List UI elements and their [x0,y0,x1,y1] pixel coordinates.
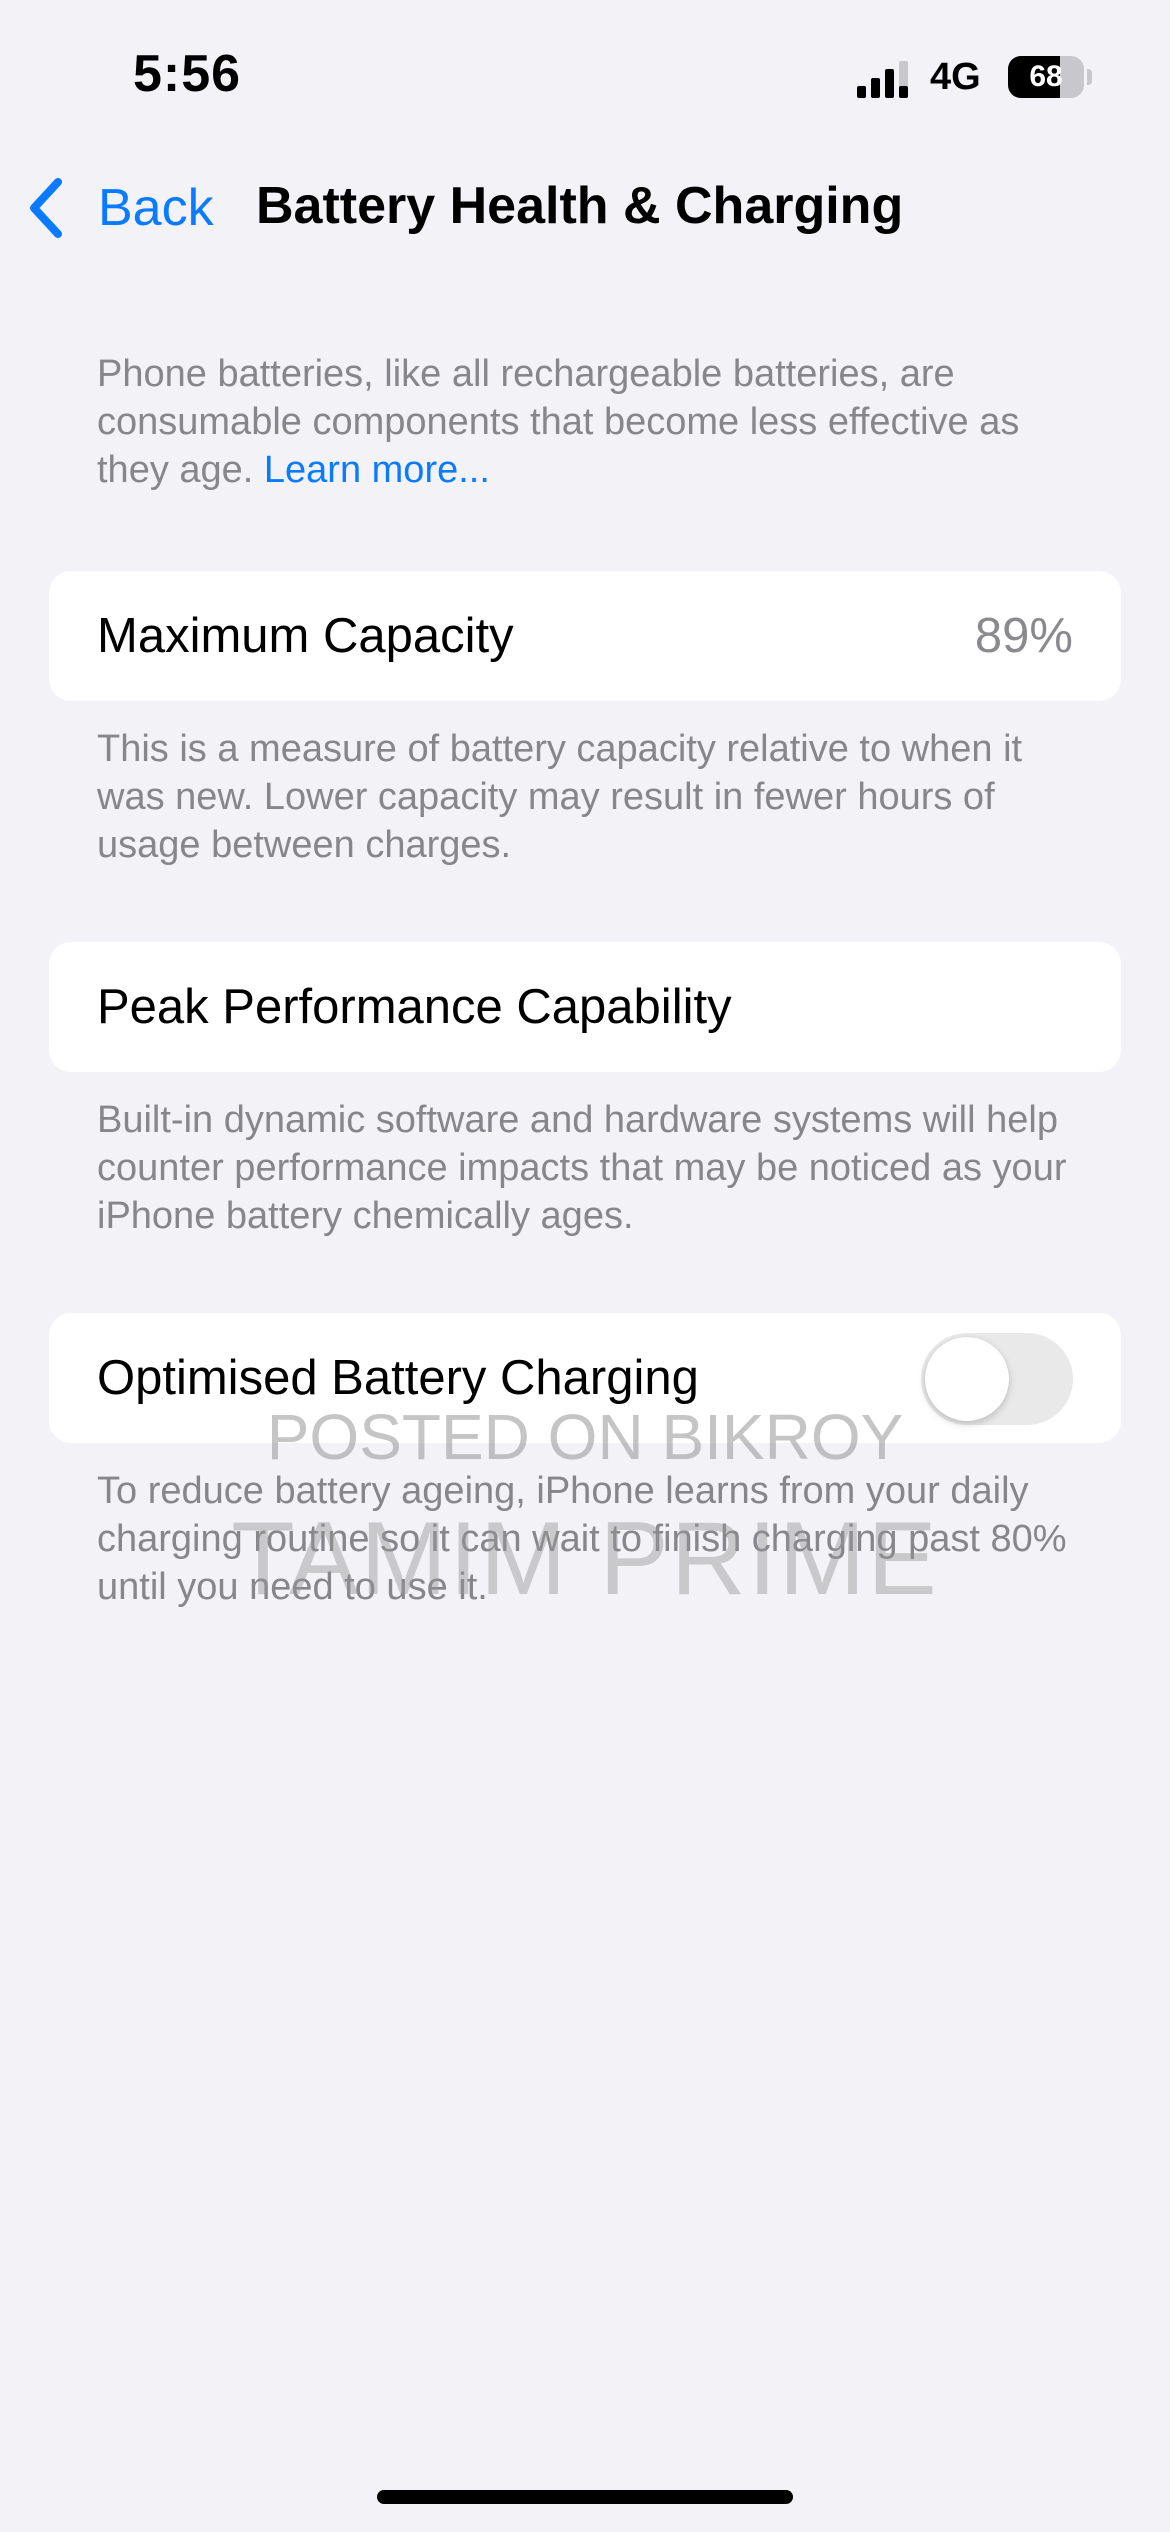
learn-more-link[interactable]: Learn more... [264,449,490,491]
chevron-left-icon [30,178,62,238]
watermark-seller-name: TAMIM PRIME [231,1501,939,1617]
peak-performance-description: Built-in dynamic software and hardware s… [97,1099,1067,1237]
cellular-signal-icon [857,61,908,98]
status-time: 5:56 [133,45,242,103]
maximum-capacity-row: Maximum Capacity 89% [49,571,1121,701]
peak-performance-row: Peak Performance Capability [49,942,1121,1072]
battery-icon: 68 [1008,56,1092,98]
peak-performance-label: Peak Performance Capability [97,980,732,1034]
maximum-capacity-description: This is a measure of battery capacity re… [97,728,1023,866]
page-title: Battery Health & Charging [256,177,904,235]
intro-description: Phone batteries, like all rechargeable b… [97,353,1020,491]
maximum-capacity-label: Maximum Capacity [97,609,514,663]
intro-text: Phone batteries, like all rechargeable b… [97,350,1087,494]
status-bar: 5:56 4G 68 [0,0,1170,150]
battery-percent: 68 [1029,60,1063,93]
back-label: Back [98,179,214,237]
home-indicator[interactable] [377,2490,793,2504]
network-type-label: 4G [930,56,981,98]
back-button[interactable]: Back [24,170,214,246]
watermark-posted-on: POSTED ON BIKROY [266,1401,904,1473]
maximum-capacity-value: 89% [974,609,1073,663]
